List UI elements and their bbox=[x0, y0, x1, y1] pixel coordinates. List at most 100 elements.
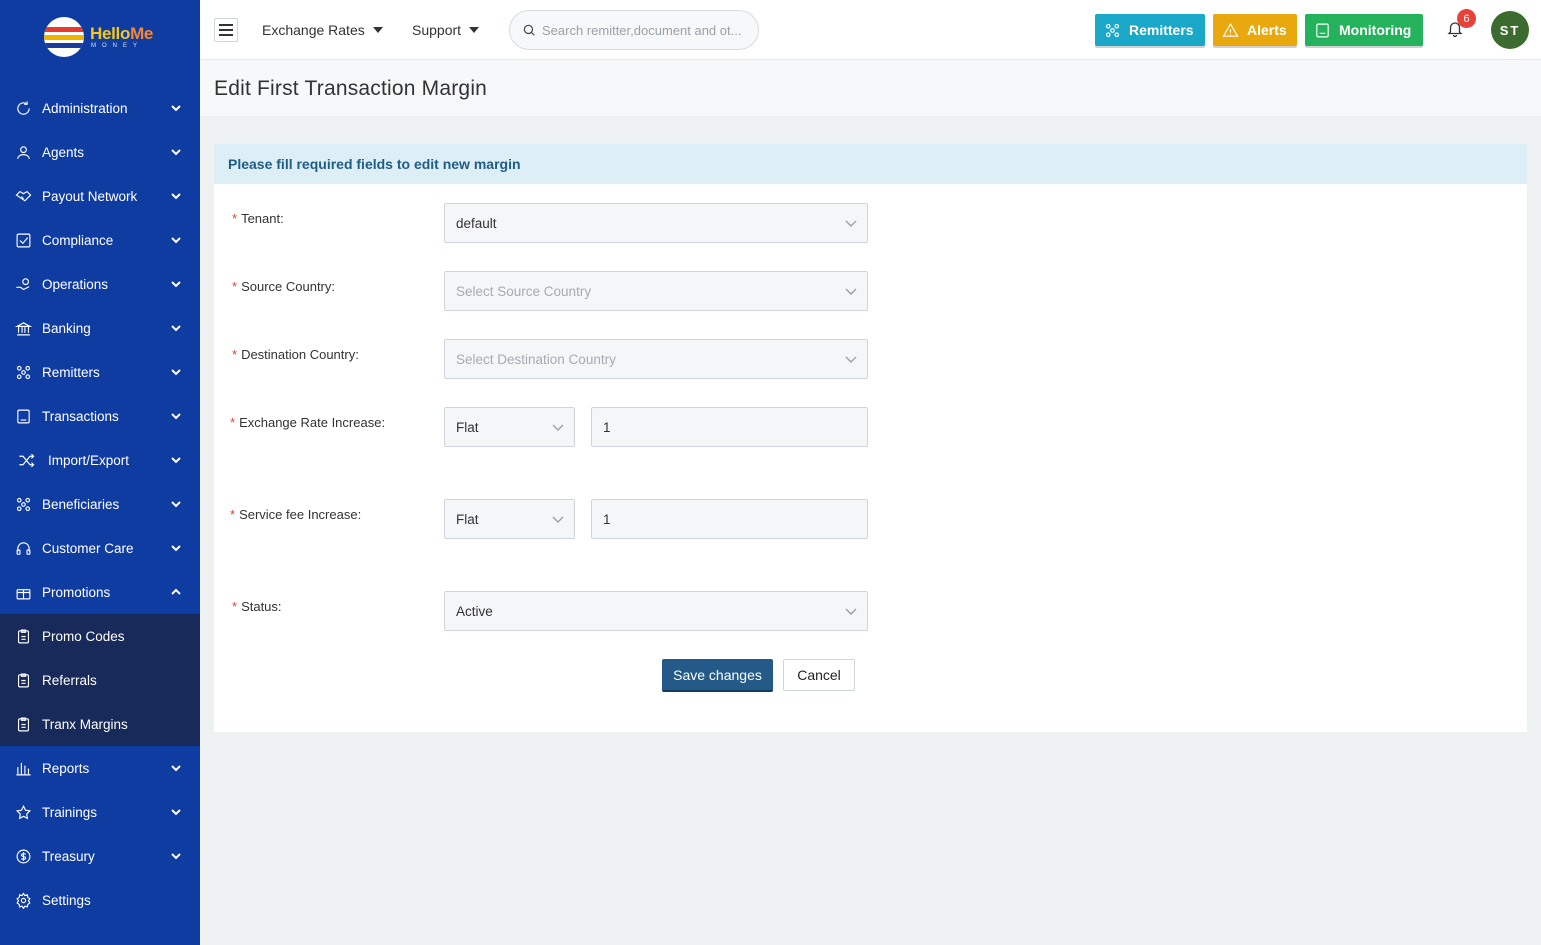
sidebar-item-customer-care[interactable]: Customer Care bbox=[0, 526, 200, 570]
tenant-value: default bbox=[456, 215, 497, 231]
caret-down-icon bbox=[372, 27, 383, 33]
sidebar-item-label: Operations bbox=[42, 276, 109, 292]
chevron-down-icon bbox=[170, 498, 182, 510]
service-fee-type-value: Flat bbox=[456, 511, 479, 527]
sidebar-item-label: Settings bbox=[42, 892, 91, 908]
sidebar-item-operations[interactable]: Operations bbox=[0, 262, 200, 306]
star-icon bbox=[14, 803, 32, 821]
sidebar-item-referrals[interactable]: Referrals bbox=[0, 658, 200, 702]
users-network-icon bbox=[14, 363, 32, 381]
sidebar-item-administration[interactable]: Administration bbox=[0, 86, 200, 130]
clipboard-icon bbox=[14, 715, 32, 733]
menu-exchange-rates[interactable]: Exchange Rates bbox=[262, 22, 383, 38]
bar-chart-icon bbox=[14, 759, 32, 777]
chevron-down-icon bbox=[170, 278, 182, 290]
warning-icon bbox=[1222, 22, 1239, 37]
bank-icon bbox=[14, 319, 32, 337]
brand-logo[interactable]: HelloMe MONEY bbox=[0, 0, 200, 76]
search-input[interactable] bbox=[542, 22, 752, 38]
save-button[interactable]: Save changes bbox=[662, 659, 773, 692]
exchange-rate-label: * Exchange Rate Increase: bbox=[230, 415, 386, 430]
brand-subtitle: MONEY bbox=[91, 43, 144, 49]
menu-support[interactable]: Support bbox=[412, 22, 480, 38]
search-box bbox=[509, 10, 759, 50]
sidebar-item-banking[interactable]: Banking bbox=[0, 306, 200, 350]
chevron-down-icon bbox=[170, 190, 182, 202]
exchange-rate-input[interactable] bbox=[591, 407, 868, 447]
edit-margin-form: Please fill required fields to edit new … bbox=[214, 144, 1527, 732]
sidebar-item-label: Banking bbox=[42, 320, 91, 336]
receipt-icon bbox=[14, 407, 32, 425]
sidebar-item-label: Promo Codes bbox=[42, 628, 125, 644]
refresh-circle-icon bbox=[14, 99, 32, 117]
remitters-quick-button[interactable]: Remitters bbox=[1095, 14, 1205, 46]
source-country-placeholder: Select Source Country bbox=[456, 283, 592, 299]
promotions-submenu: Promo Codes Referrals Tranx Margins bbox=[0, 614, 200, 746]
sidebar-item-compliance[interactable]: Compliance bbox=[0, 218, 200, 262]
status-label: * Status: bbox=[232, 599, 282, 614]
menu-toggle-icon[interactable] bbox=[214, 18, 238, 42]
service-fee-input[interactable] bbox=[591, 499, 868, 539]
chevron-down-icon bbox=[845, 605, 857, 617]
monitoring-quick-label: Monitoring bbox=[1339, 22, 1412, 38]
sidebar-item-settings[interactable]: Settings bbox=[0, 878, 200, 922]
checkbox-icon bbox=[14, 231, 32, 249]
sidebar-item-promotions[interactable]: Promotions bbox=[0, 570, 200, 614]
tenant-select[interactable]: default bbox=[444, 203, 868, 243]
monitoring-quick-button[interactable]: Monitoring bbox=[1305, 14, 1423, 46]
sidebar-item-reports[interactable]: Reports bbox=[0, 746, 200, 790]
exchange-type-select[interactable]: Flat bbox=[444, 407, 575, 447]
users-network-icon bbox=[14, 495, 32, 513]
page-header: Edit First Transaction Margin bbox=[200, 60, 1541, 116]
chevron-down-icon bbox=[170, 762, 182, 774]
chevron-down-icon bbox=[170, 454, 182, 466]
chevron-down-icon bbox=[170, 850, 182, 862]
caret-down-icon bbox=[469, 27, 480, 33]
chevron-down-icon bbox=[170, 102, 182, 114]
shuffle-icon bbox=[14, 451, 38, 469]
sidebar-item-import-export[interactable]: Import/Export bbox=[0, 438, 200, 482]
sidebar-item-label: Referrals bbox=[42, 672, 97, 688]
sidebar-item-treasury[interactable]: Treasury bbox=[0, 834, 200, 878]
sidebar-item-trainings[interactable]: Trainings bbox=[0, 790, 200, 834]
chevron-down-icon bbox=[170, 366, 182, 378]
sidebar-item-agents[interactable]: Agents bbox=[0, 130, 200, 174]
sidebar-item-beneficiaries[interactable]: Beneficiaries bbox=[0, 482, 200, 526]
form-header: Please fill required fields to edit new … bbox=[214, 144, 1527, 184]
sidebar-item-label: Compliance bbox=[42, 232, 114, 248]
monitor-receipt-icon bbox=[1316, 23, 1329, 37]
destination-country-select[interactable]: Select Destination Country bbox=[444, 339, 868, 379]
users-network-icon bbox=[1105, 23, 1120, 37]
sidebar-item-transactions[interactable]: Transactions bbox=[0, 394, 200, 438]
gear-icon bbox=[14, 891, 32, 909]
status-value: Active bbox=[456, 603, 493, 619]
source-country-select[interactable]: Select Source Country bbox=[444, 271, 868, 311]
sidebar: HelloMe MONEY Administration Agents Payo… bbox=[0, 0, 200, 945]
cancel-button[interactable]: Cancel bbox=[783, 659, 855, 691]
chevron-down-icon bbox=[170, 806, 182, 818]
avatar[interactable]: ST bbox=[1491, 11, 1529, 49]
sidebar-item-promo-codes[interactable]: Promo Codes bbox=[0, 614, 200, 658]
sidebar-item-tranx-margins[interactable]: Tranx Margins bbox=[0, 702, 200, 746]
chevron-down-icon bbox=[552, 513, 564, 525]
sidebar-item-label: Payout Network bbox=[42, 188, 138, 204]
service-fee-label: * Service fee Increase: bbox=[230, 507, 362, 522]
gift-icon bbox=[14, 583, 32, 601]
chevron-down-icon bbox=[845, 217, 857, 229]
hand-coins-icon bbox=[14, 275, 32, 293]
destination-country-label: * Destination Country: bbox=[232, 347, 359, 362]
sidebar-item-payout-network[interactable]: Payout Network bbox=[0, 174, 200, 218]
sidebar-item-remitters[interactable]: Remitters bbox=[0, 350, 200, 394]
chevron-down-icon bbox=[170, 234, 182, 246]
topbar: Exchange Rates Support Remitters Alerts … bbox=[200, 0, 1541, 60]
sidebar-item-label: Promotions bbox=[42, 584, 111, 600]
status-select[interactable]: Active bbox=[444, 591, 868, 631]
handshake-icon bbox=[14, 187, 32, 205]
alerts-quick-button[interactable]: Alerts bbox=[1213, 14, 1297, 46]
service-fee-type-select[interactable]: Flat bbox=[444, 499, 575, 539]
chevron-down-icon bbox=[845, 285, 857, 297]
brand-name: HelloMe bbox=[90, 24, 154, 43]
exchange-type-value: Flat bbox=[456, 419, 479, 435]
user-icon bbox=[14, 143, 32, 161]
sidebar-item-label: Agents bbox=[42, 144, 85, 160]
